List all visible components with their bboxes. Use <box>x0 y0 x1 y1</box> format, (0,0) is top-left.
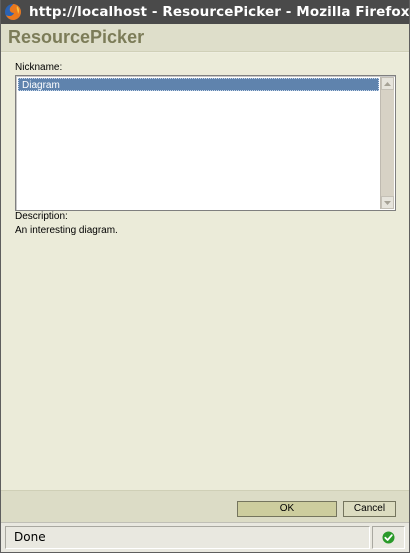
window-title: http://localhost - ResourcePicker - Mozi… <box>29 4 409 20</box>
check-icon <box>382 531 395 544</box>
list-item-diagram[interactable]: Diagram <box>18 78 379 91</box>
form-area: Nickname: Diagram Description: An intere… <box>1 53 409 490</box>
firefox-icon <box>4 3 22 21</box>
title-bar[interactable]: http://localhost - ResourcePicker - Mozi… <box>1 0 409 24</box>
dialog-footer: OK Cancel <box>1 490 409 522</box>
description-value: An interesting diagram. <box>15 225 118 236</box>
arrow-up-icon <box>384 81 391 86</box>
status-text: Done <box>14 530 46 544</box>
description-label: Description: <box>15 211 68 222</box>
listbox-scrollbar[interactable] <box>380 77 394 209</box>
cancel-button[interactable]: Cancel <box>343 501 396 517</box>
ok-button[interactable]: OK <box>237 501 337 517</box>
nickname-listbox[interactable]: Diagram <box>15 75 396 211</box>
page-title: ResourcePicker <box>8 27 145 47</box>
scroll-up-button[interactable] <box>381 77 394 90</box>
arrow-down-icon <box>384 200 391 205</box>
nickname-label: Nickname: <box>15 62 63 73</box>
page-header: ResourcePicker <box>1 24 409 52</box>
status-bar: Done <box>1 522 409 552</box>
scroll-down-button[interactable] <box>381 196 394 209</box>
status-panel: Done <box>5 526 370 549</box>
security-panel[interactable] <box>372 526 405 549</box>
browser-window: http://localhost - ResourcePicker - Mozi… <box>0 0 410 553</box>
